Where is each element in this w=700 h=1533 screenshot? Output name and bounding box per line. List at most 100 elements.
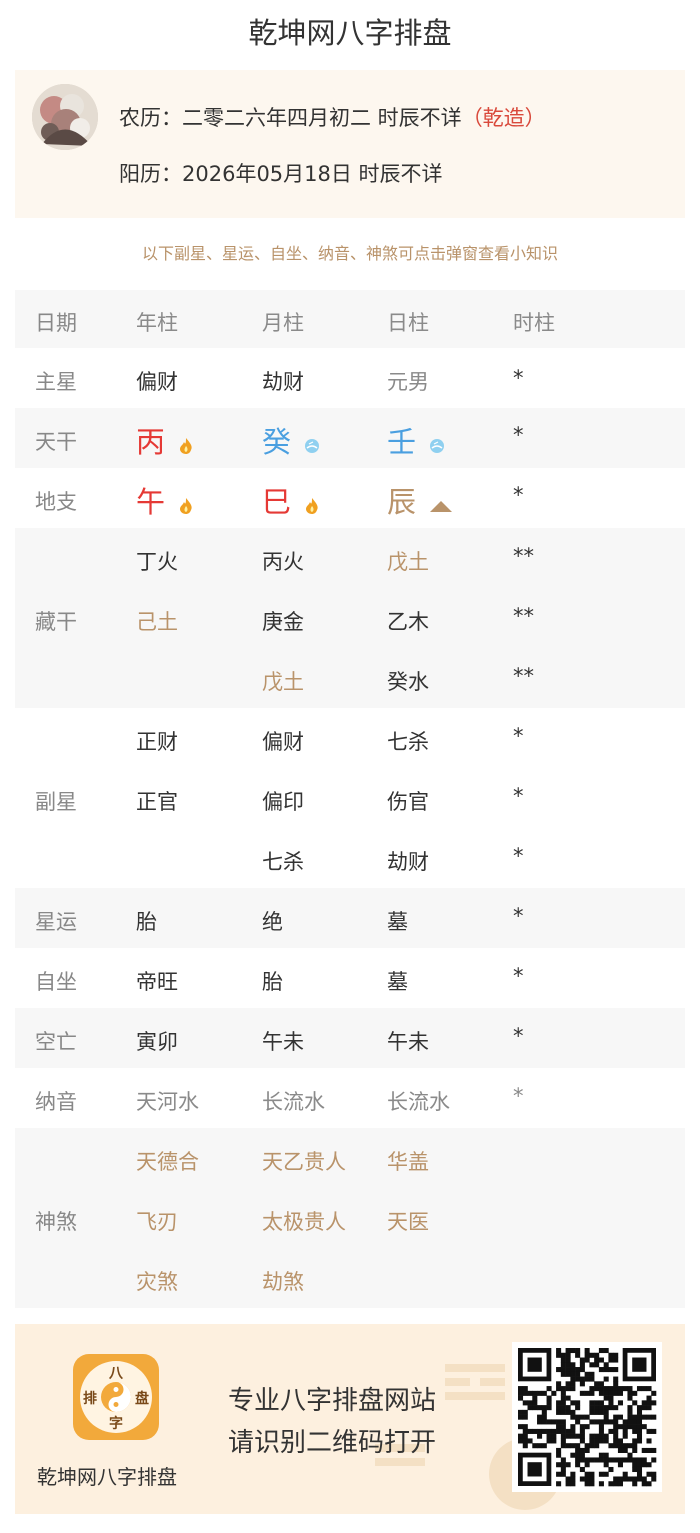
qr-code[interactable] bbox=[512, 1342, 662, 1492]
profile-card: 农历：二零二六年四月初二 时辰不详（乾造） 阳历：2026年05月18日 时辰不… bbox=[15, 70, 685, 218]
table-cell[interactable]: 偏财 bbox=[262, 726, 304, 756]
stem-day[interactable]: 壬 bbox=[387, 419, 445, 461]
table-cell[interactable]: 偏印 bbox=[262, 786, 304, 816]
row-label: 空亡 bbox=[35, 1030, 77, 1054]
branch-char: 巳 bbox=[262, 485, 292, 519]
app-logo: 八 排 盘 字 bbox=[73, 1354, 159, 1440]
table-cell: * bbox=[513, 1084, 524, 1108]
table-cell[interactable]: 飞刃 bbox=[136, 1206, 178, 1236]
row-label: 副星 bbox=[35, 790, 77, 814]
table-cell: * bbox=[513, 724, 524, 748]
stem-month[interactable]: 癸 bbox=[262, 419, 320, 461]
table-row-canggan: 藏干 丁火 己土 丙火 庚金 戊土 戊土 乙木 癸水 ** ** ** bbox=[15, 528, 685, 708]
row-label: 藏干 bbox=[35, 610, 77, 634]
branch-char: 辰 bbox=[387, 485, 417, 519]
table-cell[interactable]: 劫财 bbox=[387, 846, 429, 876]
table-cell[interactable]: 戊土 bbox=[387, 546, 429, 576]
table-cell[interactable]: 天乙贵人 bbox=[262, 1146, 346, 1176]
table-cell: 寅卯 bbox=[136, 1030, 178, 1054]
table-row-kongwang: 空亡 寅卯 午未 午未 * bbox=[15, 1008, 685, 1068]
table-cell: * bbox=[513, 904, 524, 928]
table-cell[interactable]: 天德合 bbox=[136, 1146, 199, 1176]
table-cell: * bbox=[513, 844, 524, 868]
stem-char: 丙 bbox=[136, 425, 166, 459]
table-cell[interactable]: 华盖 bbox=[387, 1146, 429, 1176]
table-cell[interactable]: 正财 bbox=[136, 726, 178, 756]
stem-char: 癸 bbox=[262, 425, 292, 459]
table-cell[interactable]: 己土 bbox=[136, 606, 178, 636]
table-cell: 午未 bbox=[262, 1030, 304, 1054]
table-cell[interactable]: 劫煞 bbox=[262, 1266, 304, 1296]
table-cell[interactable]: 长流水 bbox=[387, 1086, 450, 1116]
solar-date: 阳历：2026年05月18日 时辰不详 bbox=[119, 162, 443, 186]
slogan-line-2: 请识别二维码打开 bbox=[228, 1428, 437, 1458]
table-row-zhuxing: 主星 偏财 劫财 元男 * bbox=[15, 348, 685, 408]
table-cell: 偏财 bbox=[136, 370, 178, 394]
water-icon bbox=[304, 439, 319, 453]
avatar[interactable] bbox=[32, 84, 98, 150]
table-cell: 元男 bbox=[387, 370, 429, 394]
table-cell: 劫财 bbox=[262, 370, 304, 394]
table-cell: * bbox=[513, 366, 524, 390]
fire-icon bbox=[179, 438, 192, 454]
bazi-table: 日期 年柱 月柱 日柱 时柱 主星 偏财 劫财 元男 * 天干 丙 癸 壬 * … bbox=[15, 290, 685, 1308]
stem-hour: * bbox=[513, 423, 524, 447]
table-cell[interactable]: 墓 bbox=[387, 966, 408, 996]
logo-char: 字 bbox=[109, 1416, 123, 1432]
table-cell[interactable]: 戊土 bbox=[262, 666, 304, 696]
branch-char: 午 bbox=[136, 485, 166, 519]
stem-year[interactable]: 丙 bbox=[136, 419, 194, 461]
page-title: 乾坤网八字排盘 bbox=[248, 16, 452, 50]
branch-month[interactable]: 巳 bbox=[262, 479, 320, 521]
table-cell[interactable]: 癸水 bbox=[387, 666, 429, 696]
table-cell[interactable]: 灾煞 bbox=[136, 1266, 178, 1296]
table-cell[interactable]: 胎 bbox=[262, 966, 283, 996]
row-label: 星运 bbox=[35, 910, 77, 934]
row-label: 主星 bbox=[35, 370, 77, 394]
table-cell[interactable]: 帝旺 bbox=[136, 966, 178, 996]
table-cell[interactable]: 丙火 bbox=[262, 546, 304, 576]
table-cell[interactable]: 七杀 bbox=[262, 846, 304, 876]
table-cell[interactable]: 墓 bbox=[387, 906, 408, 936]
logo-char: 排 bbox=[83, 1391, 97, 1407]
header-month: 月柱 bbox=[262, 311, 304, 335]
table-row-shensha: 神煞 天德合 飞刃 灾煞 天乙贵人 太极贵人 劫煞 华盖 天医 bbox=[15, 1128, 685, 1308]
earth-icon bbox=[429, 501, 452, 512]
yin-yang-icon bbox=[101, 1382, 131, 1412]
table-row-dizhi: 地支 午 巳 辰 * bbox=[15, 468, 685, 528]
promo-banner: 八 排 盘 字 乾坤网八字排盘 专业八字排盘网站 请识别二维码打开 bbox=[15, 1324, 685, 1514]
row-label: 地支 bbox=[35, 490, 77, 514]
table-cell[interactable]: 胎 bbox=[136, 906, 157, 936]
logo-circle: 八 排 盘 字 bbox=[80, 1361, 152, 1433]
table-cell: ** bbox=[513, 544, 534, 568]
slogan-line-1: 专业八字排盘网站 bbox=[228, 1386, 437, 1416]
table-cell[interactable]: 正官 bbox=[136, 786, 178, 816]
table-cell: * bbox=[513, 964, 524, 988]
table-cell[interactable]: 绝 bbox=[262, 906, 283, 936]
table-cell[interactable]: 太极贵人 bbox=[262, 1206, 346, 1236]
table-row-tiangan: 天干 丙 癸 壬 * bbox=[15, 408, 685, 468]
table-cell[interactable]: 长流水 bbox=[262, 1086, 325, 1116]
fire-icon bbox=[305, 498, 318, 514]
table-cell[interactable]: 天医 bbox=[387, 1206, 429, 1236]
table-cell[interactable]: 伤官 bbox=[387, 786, 429, 816]
table-cell: 午未 bbox=[387, 1030, 429, 1054]
row-label: 自坐 bbox=[35, 970, 77, 994]
table-cell[interactable]: 庚金 bbox=[262, 606, 304, 636]
footer-site-name: 乾坤网八字排盘 bbox=[37, 1465, 177, 1489]
branch-year[interactable]: 午 bbox=[136, 479, 194, 521]
row-label: 神煞 bbox=[35, 1210, 77, 1234]
qr-code-icon bbox=[518, 1348, 657, 1487]
table-cell[interactable]: 天河水 bbox=[136, 1086, 199, 1116]
table-cell[interactable]: 七杀 bbox=[387, 726, 429, 756]
lunar-date: 农历：二零二六年四月初二 时辰不详（乾造） bbox=[119, 102, 546, 132]
table-cell[interactable]: 乙木 bbox=[387, 606, 429, 636]
branch-day[interactable]: 辰 bbox=[387, 479, 453, 521]
fire-icon bbox=[179, 498, 192, 514]
lunar-date-text: 农历：二零二六年四月初二 时辰不详 bbox=[119, 106, 462, 130]
logo-char: 盘 bbox=[135, 1391, 149, 1407]
table-cell[interactable]: 丁火 bbox=[136, 546, 178, 576]
tip-notice: 以下副星、星运、自坐、纳音、神煞可点击弹窗查看小知识 bbox=[141, 244, 558, 263]
stem-char: 壬 bbox=[387, 425, 417, 459]
table-row-fuxing: 副星 正财 正官 偏财 偏印 七杀 七杀 伤官 劫财 * * * bbox=[15, 708, 685, 888]
